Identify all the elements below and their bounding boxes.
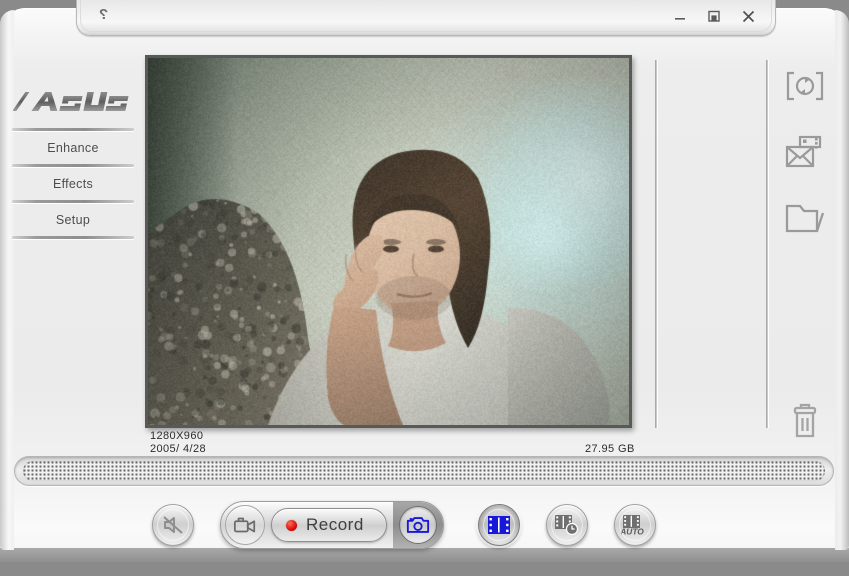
record-button-label: Record xyxy=(306,515,364,535)
trash-icon[interactable] xyxy=(779,396,831,448)
record-cluster: Record xyxy=(220,501,444,549)
sidebar-item-enhance[interactable]: Enhance xyxy=(8,131,138,164)
right-toolbar xyxy=(775,60,835,430)
filmstrip-tray[interactable] xyxy=(14,456,834,486)
mute-button[interactable] xyxy=(152,504,194,546)
capture-brackets-icon[interactable] xyxy=(779,60,831,112)
close-button[interactable] xyxy=(739,7,757,25)
minimize-button[interactable] xyxy=(671,7,689,25)
free-space-label: 27.95 GB xyxy=(585,443,635,455)
asus-webcam-app: ? xyxy=(0,0,849,576)
title-bar-inner-bevel xyxy=(80,0,772,32)
film-timer-button[interactable] xyxy=(546,504,588,546)
title-bar: ? xyxy=(76,0,776,36)
film-auto-button[interactable]: AUTO xyxy=(614,504,656,546)
email-icon[interactable] xyxy=(779,126,831,178)
sidebar-item-label: Enhance xyxy=(47,141,98,155)
bottom-toolbar: Record xyxy=(0,494,849,556)
preview-resolution: 1280X960 xyxy=(150,430,203,442)
sidebar-item-label: Effects xyxy=(53,177,93,191)
video-preview-frame xyxy=(148,58,629,425)
record-button[interactable]: Record xyxy=(271,508,387,542)
video-preview[interactable] xyxy=(145,55,632,428)
auto-label: AUTO xyxy=(621,527,644,537)
maximize-button[interactable] xyxy=(705,7,723,25)
asus-logo xyxy=(8,86,138,120)
film-strip-button[interactable] xyxy=(478,504,520,546)
window-controls xyxy=(671,7,757,25)
panel-divider-left xyxy=(655,60,657,428)
record-indicator-dot xyxy=(286,520,297,531)
panel-divider-right xyxy=(766,60,768,428)
filmstrip-mesh xyxy=(23,461,825,481)
snapshot-button[interactable] xyxy=(393,501,443,549)
left-sidebar: Enhance Effects Setup xyxy=(8,86,138,239)
help-icon[interactable]: ? xyxy=(99,6,108,23)
preview-date: 2005/ 4/28 xyxy=(150,443,206,455)
snapshot-button-inner xyxy=(399,506,437,544)
sidebar-item-setup[interactable]: Setup xyxy=(8,203,138,236)
video-camera-button[interactable] xyxy=(225,505,265,545)
sidebar-item-effects[interactable]: Effects xyxy=(8,167,138,200)
menu-divider xyxy=(12,236,134,239)
sidebar-item-label: Setup xyxy=(56,213,90,227)
folder-icon[interactable] xyxy=(779,192,831,244)
